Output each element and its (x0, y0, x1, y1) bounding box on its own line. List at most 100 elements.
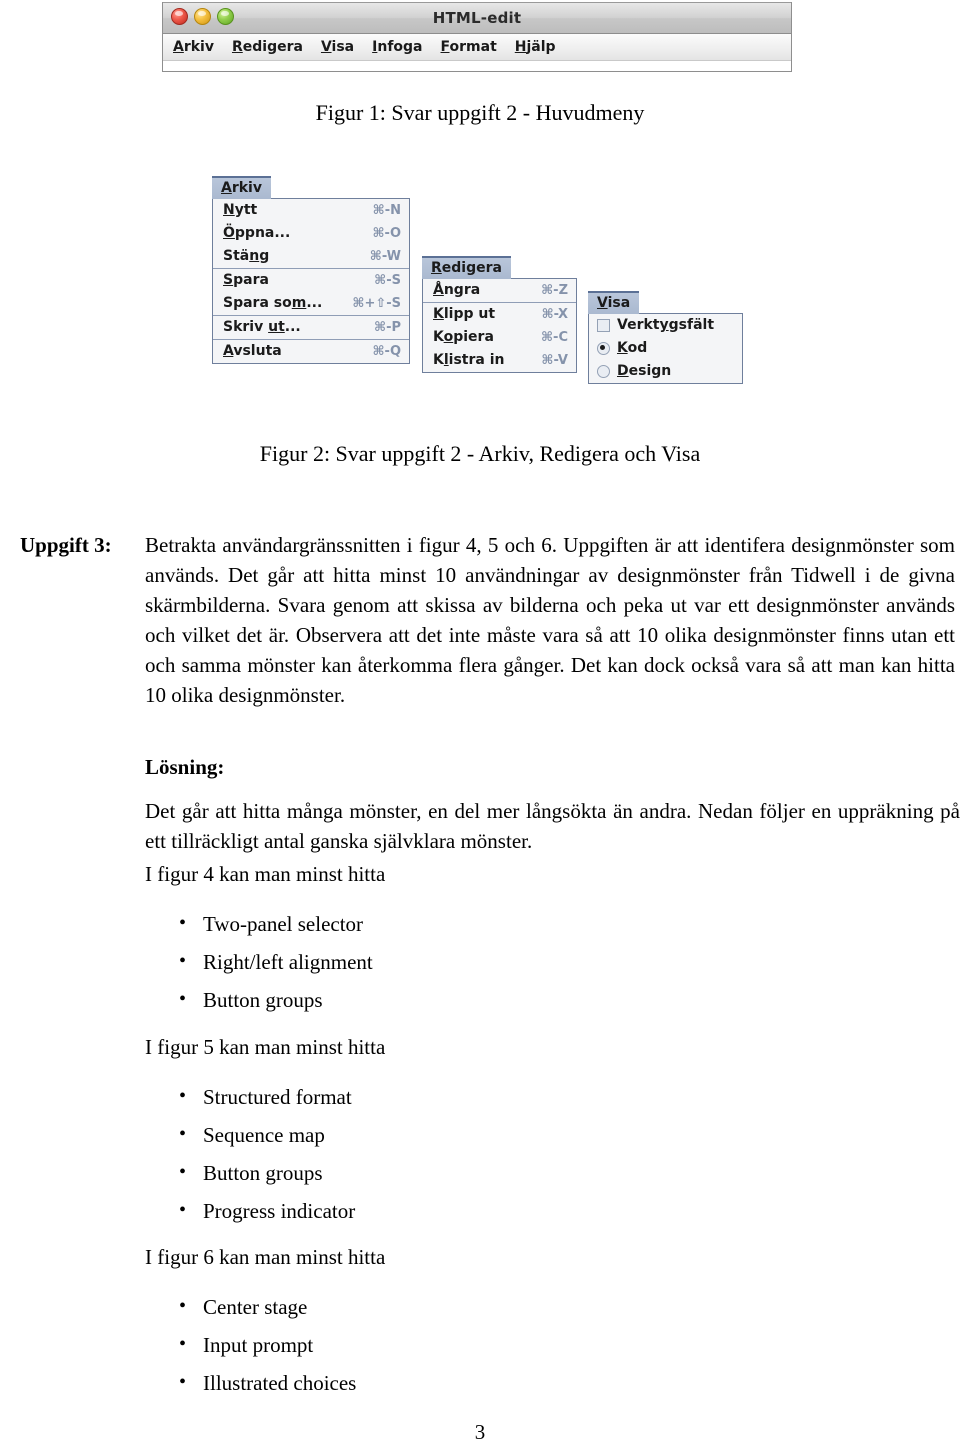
task-3-label: Uppgift 3: (20, 533, 112, 557)
window-title: HTML-edit (432, 9, 522, 27)
bullet-list-figur-6: Center stage Input prompt Illustrated ch… (175, 1287, 356, 1402)
menu-item-kopiera-accelerator: ⌘-C (541, 329, 568, 345)
menu-redigera-panel: Ångra ⌘-Z Klipp ut ⌘-X Kopiera ⌘-C Klist… (422, 278, 577, 373)
solution-title: Lösning: (145, 755, 225, 779)
radio-unselected-icon[interactable] (597, 364, 610, 378)
figure-2-caption: Figur 2: Svar uppgift 2 - Arkiv, Rediger… (259, 441, 701, 466)
menu-item-spara-som[interactable]: Spara som... ⌘+⇧-S (213, 292, 409, 315)
figure-1-caption: Figur 1: Svar uppgift 2 - Huvudmeny (315, 100, 645, 125)
menu-item-spara-label: Spara (223, 272, 269, 288)
menu-item-klistra-in[interactable]: Klistra in ⌘-V (423, 349, 576, 372)
close-window-icon[interactable] (171, 8, 188, 25)
task-3-body: Betrakta användargränssnitten i figur 4,… (145, 533, 955, 707)
figure-2-image: Arkiv Nytt ⌘-N Öppna... ⌘-O Stäng ⌘-W Sp… (0, 160, 960, 420)
menu-item-oppna-accelerator: ⌘-O (372, 225, 401, 241)
bullet-list-figur-5: Structured format Sequence map Button gr… (175, 1077, 355, 1230)
list-item: Center stage (175, 1287, 356, 1326)
menubar-item-arkiv-label: rkiv (183, 39, 214, 55)
intro-figur-5: I figur 5 kan man minst hitta (145, 1035, 386, 1059)
menu-item-kopiera[interactable]: Kopiera ⌘-C (423, 326, 576, 349)
menubar-item-redigera[interactable]: Redigera (232, 39, 303, 55)
menu-visa-title-label: isa (607, 295, 631, 311)
menu-visa-title[interactable]: Visa (588, 291, 640, 314)
intro-figur-4: I figur 4 kan man minst hitta (145, 862, 386, 886)
menu-arkiv-title-label: rkiv (231, 180, 262, 196)
checkbox-icon[interactable] (597, 318, 610, 332)
menubar-item-format[interactable]: Format (441, 39, 497, 55)
menu-item-avsluta[interactable]: Avsluta ⌘-Q (213, 340, 409, 363)
menu-item-verktygsfalt[interactable]: Verktygsfält (589, 314, 742, 337)
menu-item-skriv-ut-label: Skriv ut... (223, 319, 301, 335)
list-item: Structured format (175, 1077, 355, 1116)
menubar-item-hjalp-label: jälp (526, 39, 556, 55)
menu-arkiv-group-2: Spara ⌘-S Spara som... ⌘+⇧-S (213, 268, 409, 315)
menu-arkiv-title[interactable]: Arkiv (212, 176, 271, 199)
menu-item-klipp-ut[interactable]: Klipp ut ⌘-X (423, 303, 576, 326)
menu-visa: Visa Verktygsfält Kod Design (588, 291, 743, 384)
list-item: Right/left alignment (175, 942, 373, 981)
menu-item-oppna[interactable]: Öppna... ⌘-O (213, 222, 409, 245)
list-item: Two-panel selector (175, 904, 373, 943)
menu-arkiv-group-4: Avsluta ⌘-Q (213, 339, 409, 363)
menu-item-spara-accelerator: ⌘-S (374, 272, 401, 288)
solution-block: Lösning: Det går att hitta många mönster… (145, 752, 960, 856)
menu-arkiv-group-3: Skriv ut... ⌘-P (213, 315, 409, 339)
menu-redigera-title-mnemonic: R (431, 260, 442, 276)
list-item: Button groups (175, 980, 373, 1019)
menu-item-spara-som-label: Spara som... (223, 295, 323, 311)
menu-arkiv-group-1: Nytt ⌘-N Öppna... ⌘-O Stäng ⌘-W (213, 199, 409, 268)
menu-item-avsluta-label: Avsluta (223, 343, 282, 359)
menubar-item-visa-mnemonic: V (320, 39, 332, 55)
menu-redigera-title-label: edigera (441, 260, 502, 276)
menubar-item-format-label: ormat (449, 39, 497, 55)
menu-item-skriv-ut[interactable]: Skriv ut... ⌘-P (213, 316, 409, 339)
menu-item-klipp-ut-label: Klipp ut (433, 306, 496, 322)
menubar-item-visa-label: isa (331, 39, 355, 55)
radio-selected-icon[interactable] (597, 341, 610, 355)
menubar-item-infoga[interactable]: Infoga (372, 39, 422, 55)
menu-arkiv-title-mnemonic: A (221, 180, 232, 196)
menu-item-skriv-ut-accelerator: ⌘-P (374, 319, 401, 335)
menu-item-stang[interactable]: Stäng ⌘-W (213, 245, 409, 268)
menu-redigera-group-2: Klipp ut ⌘-X Kopiera ⌘-C Klistra in ⌘-V (423, 302, 576, 372)
menu-item-klistra-in-label: Klistra in (433, 352, 505, 368)
menu-item-klistra-in-accelerator: ⌘-V (541, 352, 568, 368)
menu-visa-group-1: Verktygsfält Kod Design (589, 314, 742, 383)
menu-item-design[interactable]: Design (589, 360, 742, 383)
menubar-item-hjalp[interactable]: Hjälp (515, 39, 556, 55)
menu-redigera-title[interactable]: Redigera (422, 256, 511, 279)
menubar-item-arkiv[interactable]: Arkiv (173, 39, 214, 55)
menu-item-spara[interactable]: Spara ⌘-S (213, 269, 409, 292)
menu-item-verktygsfalt-label: Verktygsfält (617, 317, 715, 333)
menubar-item-format-mnemonic: F (440, 39, 450, 55)
application-menubar: Arkiv Redigera Visa Infoga Format Hjälp (163, 34, 791, 61)
menubar-item-arkiv-mnemonic: A (173, 39, 184, 55)
traffic-light-group (171, 8, 234, 25)
window-titlebar: HTML-edit (163, 2, 791, 34)
minimize-window-icon[interactable] (194, 8, 211, 25)
intro-figur-6: I figur 6 kan man minst hitta (145, 1245, 386, 1269)
menu-item-kod-label: Kod (617, 340, 648, 356)
menu-visa-title-mnemonic: V (597, 295, 608, 311)
menu-item-klipp-ut-accelerator: ⌘-X (541, 306, 568, 322)
menubar-item-visa[interactable]: Visa (321, 39, 354, 55)
menu-item-nytt-label: Nytt (223, 202, 258, 218)
list-item: Button groups (175, 1153, 355, 1192)
menu-item-angra[interactable]: Ångra ⌘-Z (423, 279, 576, 302)
menu-item-angra-accelerator: ⌘-Z (541, 282, 568, 298)
window-content-area (163, 61, 791, 71)
menu-item-kod[interactable]: Kod (589, 337, 742, 360)
solution-paragraph: Det går att hitta många mönster, en del … (145, 799, 960, 853)
list-item: Input prompt (175, 1325, 356, 1364)
menu-item-nytt[interactable]: Nytt ⌘-N (213, 199, 409, 222)
menubar-item-redigera-mnemonic: R (231, 39, 243, 55)
menu-redigera: Redigera Ångra ⌘-Z Klipp ut ⌘-X Kopiera … (422, 256, 577, 373)
menu-redigera-group-1: Ångra ⌘-Z (423, 279, 576, 302)
menu-item-stang-label: Stäng (223, 248, 270, 264)
menu-item-avsluta-accelerator: ⌘-Q (372, 343, 401, 359)
menu-item-nytt-accelerator: ⌘-N (372, 202, 401, 218)
menu-item-stang-accelerator: ⌘-W (369, 248, 401, 264)
page-number: 3 (474, 1420, 486, 1444)
menubar-item-hjalp-mnemonic: H (514, 39, 527, 55)
zoom-window-icon[interactable] (217, 8, 234, 25)
